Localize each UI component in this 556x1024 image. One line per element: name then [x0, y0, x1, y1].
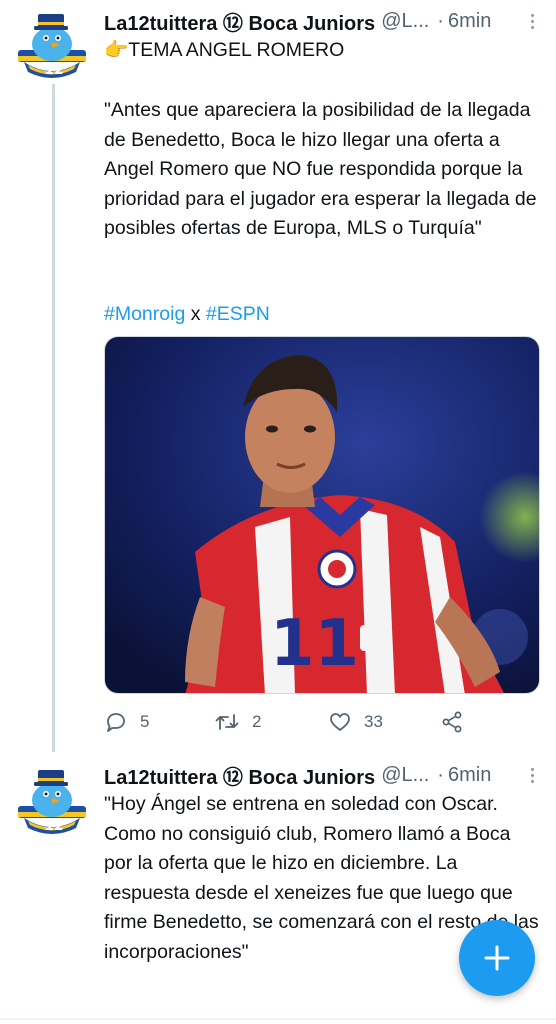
avatar[interactable]: 12: [14, 766, 90, 836]
tweet-title: 👉TEMA ANGEL ROMERO: [104, 36, 544, 66]
tweet-header: La12tuittera ⑫ Boca Juniors @L... · 6min: [104, 6, 544, 36]
compose-tweet-button[interactable]: [459, 920, 535, 996]
retweet-icon: [215, 714, 239, 730]
author-name[interactable]: La12tuittera ⑫ Boca Juniors: [104, 761, 375, 790]
hashtag-monroig[interactable]: #Monroig: [104, 303, 185, 325]
tweet-quote: "Antes que apareciera la posibilidad de …: [104, 99, 537, 239]
bird-mascot-icon: 12: [18, 14, 86, 78]
player-photo: 11: [105, 337, 539, 693]
heart-icon: [330, 713, 350, 731]
timestamp[interactable]: 6min: [448, 764, 491, 787]
like-button[interactable]: 33: [328, 710, 383, 734]
svg-text:12: 12: [45, 818, 64, 834]
pointing-hand-emoji: 👉: [104, 39, 129, 61]
hashtag-espn[interactable]: #ESPN: [206, 303, 270, 325]
plus-icon: [484, 945, 510, 971]
separator: ·: [437, 763, 444, 786]
more-options-icon[interactable]: [531, 760, 534, 790]
tweet-media-photo[interactable]: 11: [104, 336, 540, 694]
reply-button[interactable]: 5: [104, 710, 149, 734]
divider: [0, 1018, 556, 1020]
svg-text:11: 11: [270, 607, 359, 681]
like-count: 33: [364, 712, 383, 731]
author-name[interactable]: La12tuittera ⑫ Boca Juniors: [104, 7, 375, 36]
tweet[interactable]: 12 La12tuittera ⑫ Boca Juniors @L... · 6…: [0, 0, 556, 752]
share-icon: [442, 711, 462, 733]
svg-text:12: 12: [45, 62, 64, 78]
retweet-button[interactable]: 2: [214, 710, 261, 734]
reply-icon: [107, 713, 125, 732]
tweet-actions: 5 2 33: [104, 704, 524, 740]
reply-count: 5: [140, 712, 150, 731]
hashtag-joiner: x: [185, 303, 206, 325]
separator: ·: [437, 9, 444, 32]
retweet-count: 2: [252, 712, 262, 731]
author-handle[interactable]: @L...: [381, 10, 429, 33]
share-button[interactable]: [440, 710, 464, 734]
avatar[interactable]: 12: [14, 10, 90, 80]
tweet-header: La12tuittera ⑫ Boca Juniors @L... · 6min: [104, 760, 544, 790]
bird-mascot-icon: 12: [18, 770, 86, 834]
author-handle[interactable]: @L...: [381, 764, 429, 787]
tweet-title-text: TEMA ANGEL ROMERO: [128, 39, 345, 61]
more-options-icon[interactable]: [531, 6, 534, 36]
thread-line: [52, 84, 55, 752]
timestamp[interactable]: 6min: [448, 10, 491, 33]
tweet-hashtags: #Monroig x #ESPN: [104, 300, 544, 330]
